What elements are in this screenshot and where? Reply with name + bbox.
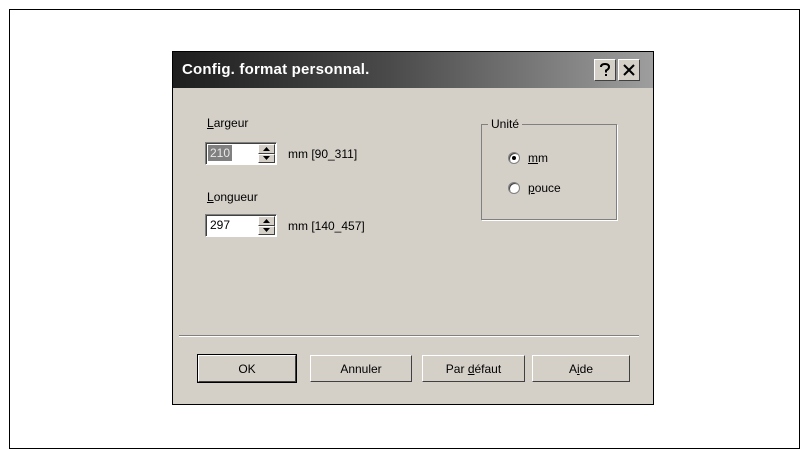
help-button-label: Aide	[569, 362, 593, 376]
width-input[interactable]: 210	[208, 145, 233, 161]
length-up-button[interactable]	[258, 216, 275, 226]
close-x-icon	[623, 64, 635, 76]
arrow-down-icon	[263, 156, 270, 161]
length-spinbox[interactable]: 297	[205, 214, 277, 237]
length-spin-arrows	[258, 216, 275, 235]
default-label-mnemonic: d	[467, 361, 475, 376]
length-label-rest: ongueur	[213, 190, 258, 204]
help-label-after: de	[579, 361, 594, 376]
help-label-before: A	[568, 361, 577, 376]
cancel-button[interactable]: Annuler	[310, 355, 412, 382]
width-range: mm [90_311]	[288, 147, 358, 161]
length-down-button[interactable]	[258, 225, 275, 235]
width-down-button[interactable]	[258, 153, 275, 163]
question-mark-icon	[600, 63, 611, 76]
separator-highlight	[179, 336, 639, 337]
width-label-rest: argeur	[213, 116, 249, 130]
radio-pouce-mnemonic: p	[528, 181, 535, 195]
default-button-label: Par défaut	[446, 362, 501, 376]
radio-mm-mnemonic: m	[528, 151, 538, 165]
arrow-up-icon	[263, 146, 270, 151]
title-bar: Config. format personnal.	[173, 52, 653, 88]
ok-button-label: OK	[238, 361, 256, 376]
help-title-button[interactable]	[594, 59, 616, 81]
radio-mm-circle[interactable]	[508, 152, 520, 164]
unit-group-legend: Unité	[488, 117, 523, 131]
default-button[interactable]: Par défaut	[422, 355, 525, 382]
radio-mm-label: mm	[528, 151, 548, 165]
custom-format-dialog: Config. format personnal. Largeur 210 mm…	[172, 51, 654, 405]
radio-pouce-circle[interactable]	[508, 182, 520, 194]
length-range: mm [140_457]	[288, 219, 365, 233]
width-spinbox[interactable]: 210	[205, 142, 277, 165]
close-title-button[interactable]	[618, 59, 640, 81]
width-label-mnemonic: L	[207, 116, 214, 130]
width-up-button[interactable]	[258, 144, 275, 154]
arrow-down-icon	[263, 228, 270, 233]
arrow-up-icon	[263, 218, 270, 223]
cancel-button-label: Annuler	[340, 361, 382, 376]
dialog-title: Config. format personnal.	[182, 61, 370, 78]
radio-pouce[interactable]: pouce	[508, 181, 561, 195]
default-label-before: Par	[445, 361, 468, 376]
width-spin-arrows	[258, 144, 275, 163]
help-button[interactable]: Aide	[532, 355, 630, 382]
radio-mm-rest: m	[538, 151, 548, 165]
radio-mm[interactable]: mm	[508, 151, 548, 165]
unit-group: Unité mm pouce	[481, 117, 617, 220]
length-label-mnemonic: L	[207, 190, 214, 204]
radio-pouce-rest: ouce	[534, 181, 561, 195]
length-label: Longueur	[207, 190, 258, 204]
radio-pouce-label: pouce	[528, 181, 561, 195]
radio-checked-dot	[512, 156, 516, 160]
length-input[interactable]: 297	[208, 217, 232, 233]
default-label-after: éfaut	[474, 361, 502, 376]
width-label: Largeur	[207, 116, 248, 130]
ok-button[interactable]: OK	[197, 354, 297, 383]
